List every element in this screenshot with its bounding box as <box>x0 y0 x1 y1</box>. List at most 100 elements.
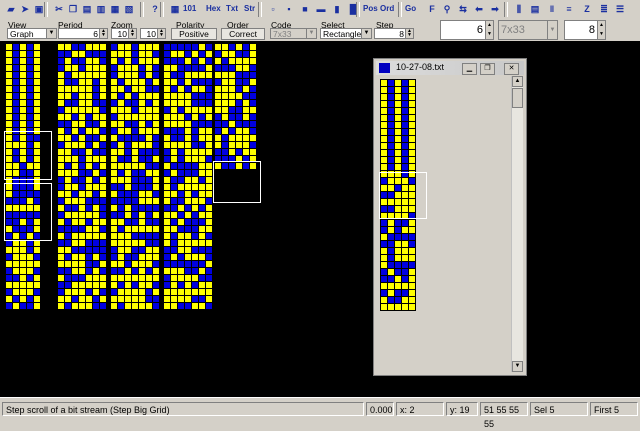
help-icon[interactable]: ? <box>148 2 162 16</box>
document-window-titlebar[interactable]: 10-27-08.txt ▁ ❐ ✕ <box>376 61 524 75</box>
zoom-x-stepper[interactable]: 10 ▲ ▼ <box>111 28 137 39</box>
bits-view-icon[interactable]: 101 <box>183 2 196 16</box>
bit-cell <box>164 128 170 134</box>
parallel-lines-icon[interactable]: ‖ <box>545 2 559 16</box>
print-icon[interactable]: ▦ <box>108 2 122 16</box>
bit-cell <box>125 296 131 302</box>
bit-cell <box>111 149 117 155</box>
open-icon[interactable]: ▰ <box>4 2 18 16</box>
bit-cell <box>118 296 124 302</box>
bit-cell <box>125 177 131 183</box>
spread-lines-icon[interactable]: ≣ <box>597 2 611 16</box>
order-icon[interactable]: Ord <box>380 2 394 16</box>
bit-cell <box>236 93 242 99</box>
vertical-scrollbar[interactable]: ▲ ▼ <box>511 76 523 372</box>
bit-cell <box>185 247 191 253</box>
window-wide-icon[interactable]: ▬ <box>314 2 328 16</box>
spin-arrows-icon[interactable]: ▲ ▼ <box>128 29 136 38</box>
document-window[interactable]: 10-27-08.txt ▁ ❐ ✕ ▲ ▼ <box>373 58 527 376</box>
bit-cell <box>86 296 92 302</box>
bars-icon[interactable]: ▤ <box>528 2 542 16</box>
step-large-stepper[interactable]: 8 ▲ ▼ <box>564 20 606 40</box>
spin-arrows-icon[interactable]: ▲ ▼ <box>157 29 165 38</box>
restore-icon[interactable]: ❐ <box>480 63 495 75</box>
bit-cell <box>118 240 124 246</box>
chevron-down-icon[interactable]: ▼ <box>361 29 371 38</box>
period-large-stepper[interactable]: 6 ▲ ▼ <box>440 20 494 40</box>
view-select[interactable]: Graph ▼ <box>7 28 57 39</box>
scroll-thumb[interactable] <box>512 88 523 108</box>
window-medium-icon[interactable]: ▪ <box>282 2 296 16</box>
open-arrow-icon[interactable]: ➤ <box>18 2 32 16</box>
stacked-lines-icon[interactable]: ≡ <box>562 2 576 16</box>
bit-cell <box>93 191 99 197</box>
bit-cell <box>139 170 145 176</box>
code-select[interactable]: 7x33 ▼ <box>270 28 317 39</box>
grid-view-icon[interactable]: ▦ <box>168 2 182 16</box>
bit-cell <box>79 191 85 197</box>
replace-icon[interactable]: ⇆ <box>456 2 470 16</box>
columns-icon[interactable]: ⫼ <box>512 2 526 16</box>
bit-cell <box>192 86 198 92</box>
go-icon[interactable]: Go <box>405 2 416 16</box>
window-large-icon[interactable]: ■ <box>298 2 312 16</box>
zigzag-icon[interactable]: Z <box>580 2 594 16</box>
scroll-up-icon[interactable]: ▲ <box>512 76 523 87</box>
select-mode-select[interactable]: Rectangle ▼ <box>320 28 372 39</box>
bit-cell <box>20 303 26 309</box>
bit-grid-column-4[interactable] <box>163 43 213 310</box>
scroll-down-icon[interactable]: ▼ <box>512 361 523 372</box>
selection-frame[interactable] <box>213 161 261 203</box>
forward-arrow-icon[interactable]: ➡ <box>488 2 502 16</box>
bit-grid-column-3[interactable] <box>110 43 160 310</box>
selection-frame[interactable] <box>379 172 427 219</box>
stream-view-icon[interactable]: Str <box>244 2 255 16</box>
polarity-button[interactable]: Positive <box>171 28 217 40</box>
mdi-workspace[interactable] <box>0 41 640 397</box>
chevron-down-icon[interactable]: ▼ <box>306 29 316 38</box>
bit-cell <box>185 254 191 260</box>
window-full-icon[interactable]: █ <box>346 2 360 16</box>
minimize-icon[interactable]: ▁ <box>462 63 477 75</box>
find-icon[interactable]: F <box>425 2 439 16</box>
code-large-select[interactable]: 7x33 ▼ <box>498 20 558 40</box>
period-stepper[interactable]: 6 ▲ ▼ <box>58 28 108 39</box>
close-icon[interactable]: ✕ <box>504 63 519 75</box>
status-y: y: 19 <box>446 402 478 416</box>
selection-frame[interactable] <box>4 131 52 180</box>
window-tall-icon[interactable]: ▮ <box>330 2 344 16</box>
paste-icon[interactable]: ▤ <box>80 2 94 16</box>
cut-icon[interactable]: ✂ <box>52 2 66 16</box>
line-pattern-icon[interactable]: ☰ <box>613 2 627 16</box>
binoculars-icon[interactable]: ⚲ <box>440 2 454 16</box>
copy-icon[interactable]: ❐ <box>66 2 80 16</box>
zoom-y-stepper[interactable]: 10 ▲ ▼ <box>140 28 166 39</box>
step-stepper[interactable]: 8 ▲ ▼ <box>374 28 414 39</box>
back-arrow-icon[interactable]: ⬅ <box>472 2 486 16</box>
bit-cell <box>146 142 152 148</box>
bit-grid-column-5[interactable] <box>214 43 257 170</box>
window-small-icon[interactable]: ▫ <box>266 2 280 16</box>
spin-arrows-icon[interactable]: ▲ ▼ <box>597 21 605 39</box>
spin-arrows-icon[interactable]: ▲ ▼ <box>99 29 107 38</box>
paste-special-icon[interactable]: ▧ <box>122 2 136 16</box>
bit-cell <box>65 198 71 204</box>
text-view-icon[interactable]: Txt <box>226 2 238 16</box>
bit-cell <box>72 275 78 281</box>
chevron-down-icon[interactable]: ▼ <box>46 29 56 38</box>
spin-arrows-icon[interactable]: ▲ ▼ <box>485 21 493 39</box>
clipboard-icon[interactable]: ▥ <box>94 2 108 16</box>
bit-grid-column-2[interactable] <box>57 43 107 310</box>
bit-cell <box>388 255 394 261</box>
bit-cell <box>6 296 12 302</box>
order-button[interactable]: Correct <box>221 28 265 40</box>
save-icon[interactable]: ▣ <box>32 2 46 16</box>
position-icon[interactable]: Pos <box>363 2 378 16</box>
chevron-down-icon[interactable]: ▼ <box>547 21 557 39</box>
bit-cell <box>192 247 198 253</box>
hex-view-icon[interactable]: Hex <box>206 2 221 16</box>
spin-arrows-icon[interactable]: ▲ ▼ <box>405 29 413 38</box>
bit-cell <box>178 177 184 183</box>
bit-cell <box>381 276 387 282</box>
selection-frame[interactable] <box>4 183 52 241</box>
